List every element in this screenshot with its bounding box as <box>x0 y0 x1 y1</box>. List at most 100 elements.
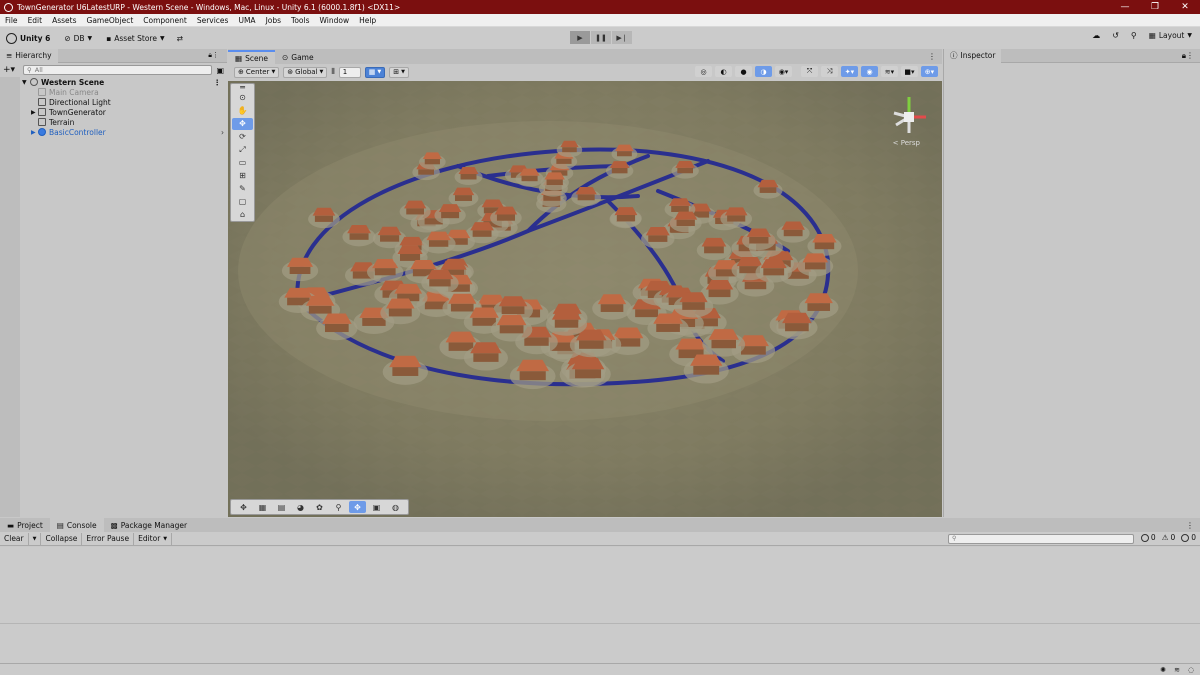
lighting-toggle-icon[interactable]: ⤨ <box>821 66 838 77</box>
lock-icon[interactable]: 🔒︎⋮ <box>1182 51 1194 61</box>
chevron-right-icon[interactable]: › <box>221 128 224 137</box>
db-dropdown[interactable]: ⊘ DB ▼ <box>64 34 92 43</box>
tab-game[interactable]: ⊙ Game <box>275 50 321 64</box>
gizmos-icon[interactable]: ⊕▾ <box>921 66 938 77</box>
tree-item[interactable]: Terrain <box>0 117 227 127</box>
tab-project[interactable]: ▬ Project <box>0 518 50 532</box>
audio-toggle-icon[interactable]: ✦▾ <box>841 66 858 77</box>
camera-preview-icon[interactable]: ▣ <box>368 501 385 513</box>
tab-console[interactable]: ▤ Console <box>49 518 104 532</box>
rect-tool-icon[interactable]: ▭ <box>232 157 253 169</box>
play-button[interactable]: ▶ <box>570 31 590 44</box>
search-options-icon[interactable]: ▣ <box>216 66 224 75</box>
grid-icon[interactable]: ▦ <box>254 501 271 513</box>
expand-arrow-icon[interactable]: ▶ <box>31 109 36 116</box>
tab-scene[interactable]: ▦ Scene <box>228 50 275 64</box>
layers-icon[interactable]: ≋ <box>1172 665 1182 675</box>
tab-package-manager[interactable]: ▩ Package Manager <box>104 518 194 532</box>
tree-item[interactable]: Main Camera <box>0 87 227 97</box>
expand-arrow-icon[interactable]: ▼ <box>22 79 27 86</box>
editor-dropdown[interactable]: Editor ▼ <box>134 532 173 545</box>
tree-item[interactable]: Directional Light <box>0 97 227 107</box>
scene-row[interactable]: ▼ Western Scene ⋮ <box>0 77 227 87</box>
scale-tool-icon[interactable]: ⤢ <box>232 144 253 156</box>
projection-label[interactable]: < Persp <box>893 139 920 147</box>
grid-snap-toggle[interactable]: ▦ ▼ <box>364 66 386 78</box>
hand-tool-icon[interactable]: ✋ <box>232 105 253 117</box>
snap-value-input[interactable]: 1 <box>338 66 361 78</box>
console-divider[interactable] <box>0 623 1200 624</box>
draw-mode-icon[interactable]: ◉▾ <box>775 66 792 77</box>
increment-snap-dropdown[interactable]: ⊞ ▼ <box>389 66 409 78</box>
2d-toggle-icon[interactable]: ⤧ <box>801 66 818 77</box>
error-count-toggle[interactable]: 0 <box>1181 533 1196 542</box>
console-search-input[interactable]: ⚲ <box>948 534 1134 544</box>
editor-tool-icon[interactable]: ▢ <box>232 196 253 208</box>
clear-button[interactable]: Clear <box>0 532 29 545</box>
more-icon[interactable]: ⋮ <box>1186 521 1194 530</box>
step-button[interactable]: ▶❘ <box>612 31 632 44</box>
expand-arrow-icon[interactable]: ▶ <box>31 129 36 136</box>
tab-inspector[interactable]: ⓘ Inspector <box>944 48 1002 63</box>
paint-icon[interactable]: ✿ <box>311 501 328 513</box>
solid-sphere-icon[interactable]: ● <box>735 66 752 77</box>
progress-icon[interactable]: ◌ <box>1186 665 1196 675</box>
minimize-icon[interactable]: — <box>1110 0 1140 14</box>
move-icon[interactable]: ✥ <box>235 501 252 513</box>
more-icon[interactable]: ⋮ <box>214 78 222 87</box>
space-dropdown[interactable]: ⊛ Global ▼ <box>283 66 328 78</box>
visibility-icon[interactable]: ◉ <box>861 66 878 77</box>
drag-handle-icon[interactable]: ═ <box>232 83 253 92</box>
compass-icon[interactable]: ◍ <box>387 501 404 513</box>
more-icon[interactable]: ⋮ <box>928 52 936 61</box>
account-button[interactable]: Unity 6 <box>6 32 50 44</box>
menu-assets[interactable]: Assets <box>47 16 81 25</box>
tab-hierarchy[interactable]: ≡ Hierarchy <box>0 48 58 63</box>
layout-dropdown[interactable]: ▦ Layout ▼ <box>1149 31 1192 40</box>
console-log-area[interactable] <box>0 547 1200 663</box>
scene-viewport[interactable]: ═ ⊙ ✋ ✥ ⟳ ⤢ ▭ ⊞ ✎ ▢ ⌂ < Persp ✥ ▦ ▤ ◕ ✿ … <box>228 81 942 517</box>
lock-tool-icon[interactable]: ⌂ <box>232 209 253 221</box>
rotate-tool-icon[interactable]: ⟳ <box>232 131 253 143</box>
move-tool-icon[interactable]: ✥ <box>349 501 366 513</box>
menu-jobs[interactable]: Jobs <box>261 16 286 25</box>
move-tool-icon[interactable]: ✥ <box>232 117 253 130</box>
pause-button[interactable]: ❚❚ <box>591 31 611 44</box>
lit-sphere-icon[interactable]: ◑ <box>755 66 772 77</box>
close-icon[interactable]: ✕ <box>1170 0 1200 14</box>
camera-icon[interactable]: ■▾ <box>901 66 918 77</box>
menu-services[interactable]: Services <box>192 16 234 25</box>
snap-icon[interactable]: ⫴ <box>331 67 334 77</box>
menu-help[interactable]: Help <box>354 16 381 25</box>
cloud-icon[interactable]: ☁ <box>1092 31 1100 40</box>
clear-options-dropdown[interactable]: ▼ <box>29 532 42 545</box>
menu-uma[interactable]: UMA <box>233 16 260 25</box>
menu-tools[interactable]: Tools <box>286 16 314 25</box>
menu-window[interactable]: Window <box>315 16 355 25</box>
lock-icon[interactable]: 🔒︎⋮ <box>208 51 219 60</box>
menu-file[interactable]: File <box>0 16 23 25</box>
pivot-dropdown[interactable]: ⊕ Center ▼ <box>234 66 280 78</box>
create-button[interactable]: +▾ <box>3 65 19 75</box>
zoom-icon[interactable]: ⚲ <box>330 501 347 513</box>
bug-icon[interactable]: ✺ <box>1158 665 1168 675</box>
view-tool-icon[interactable]: ⊙ <box>232 92 253 104</box>
shaded-sphere-icon[interactable]: ◐ <box>715 66 732 77</box>
layers-icon[interactable]: ≋▾ <box>881 66 898 77</box>
collapse-button[interactable]: Collapse <box>41 532 83 545</box>
menu-edit[interactable]: Edit <box>23 16 48 25</box>
history-icon[interactable]: ↺ <box>1112 31 1119 40</box>
tile-icon[interactable]: ▤ <box>273 501 290 513</box>
error-pause-button[interactable]: Error Pause <box>82 532 135 545</box>
hierarchy-search-input[interactable]: ⚲ All <box>23 65 213 75</box>
menu-gameobject[interactable]: GameObject <box>82 16 139 25</box>
warning-count-toggle[interactable]: ⚠ 0 <box>1162 533 1176 542</box>
version-control-icon[interactable]: ⇄ <box>177 34 183 43</box>
transform-tool-icon[interactable]: ⊞ <box>232 170 253 182</box>
tree-item[interactable]: ▶ TownGenerator <box>0 107 227 117</box>
log-count-toggle[interactable]: 0 <box>1140 533 1156 542</box>
sphere-icon[interactable]: ◕ <box>292 501 309 513</box>
gizmos-world-icon[interactable]: ◎ <box>695 66 712 77</box>
asset-store-dropdown[interactable]: ▪ Asset Store ▼ <box>106 34 164 43</box>
tree-item[interactable]: ▶ BasicController › <box>0 127 227 137</box>
